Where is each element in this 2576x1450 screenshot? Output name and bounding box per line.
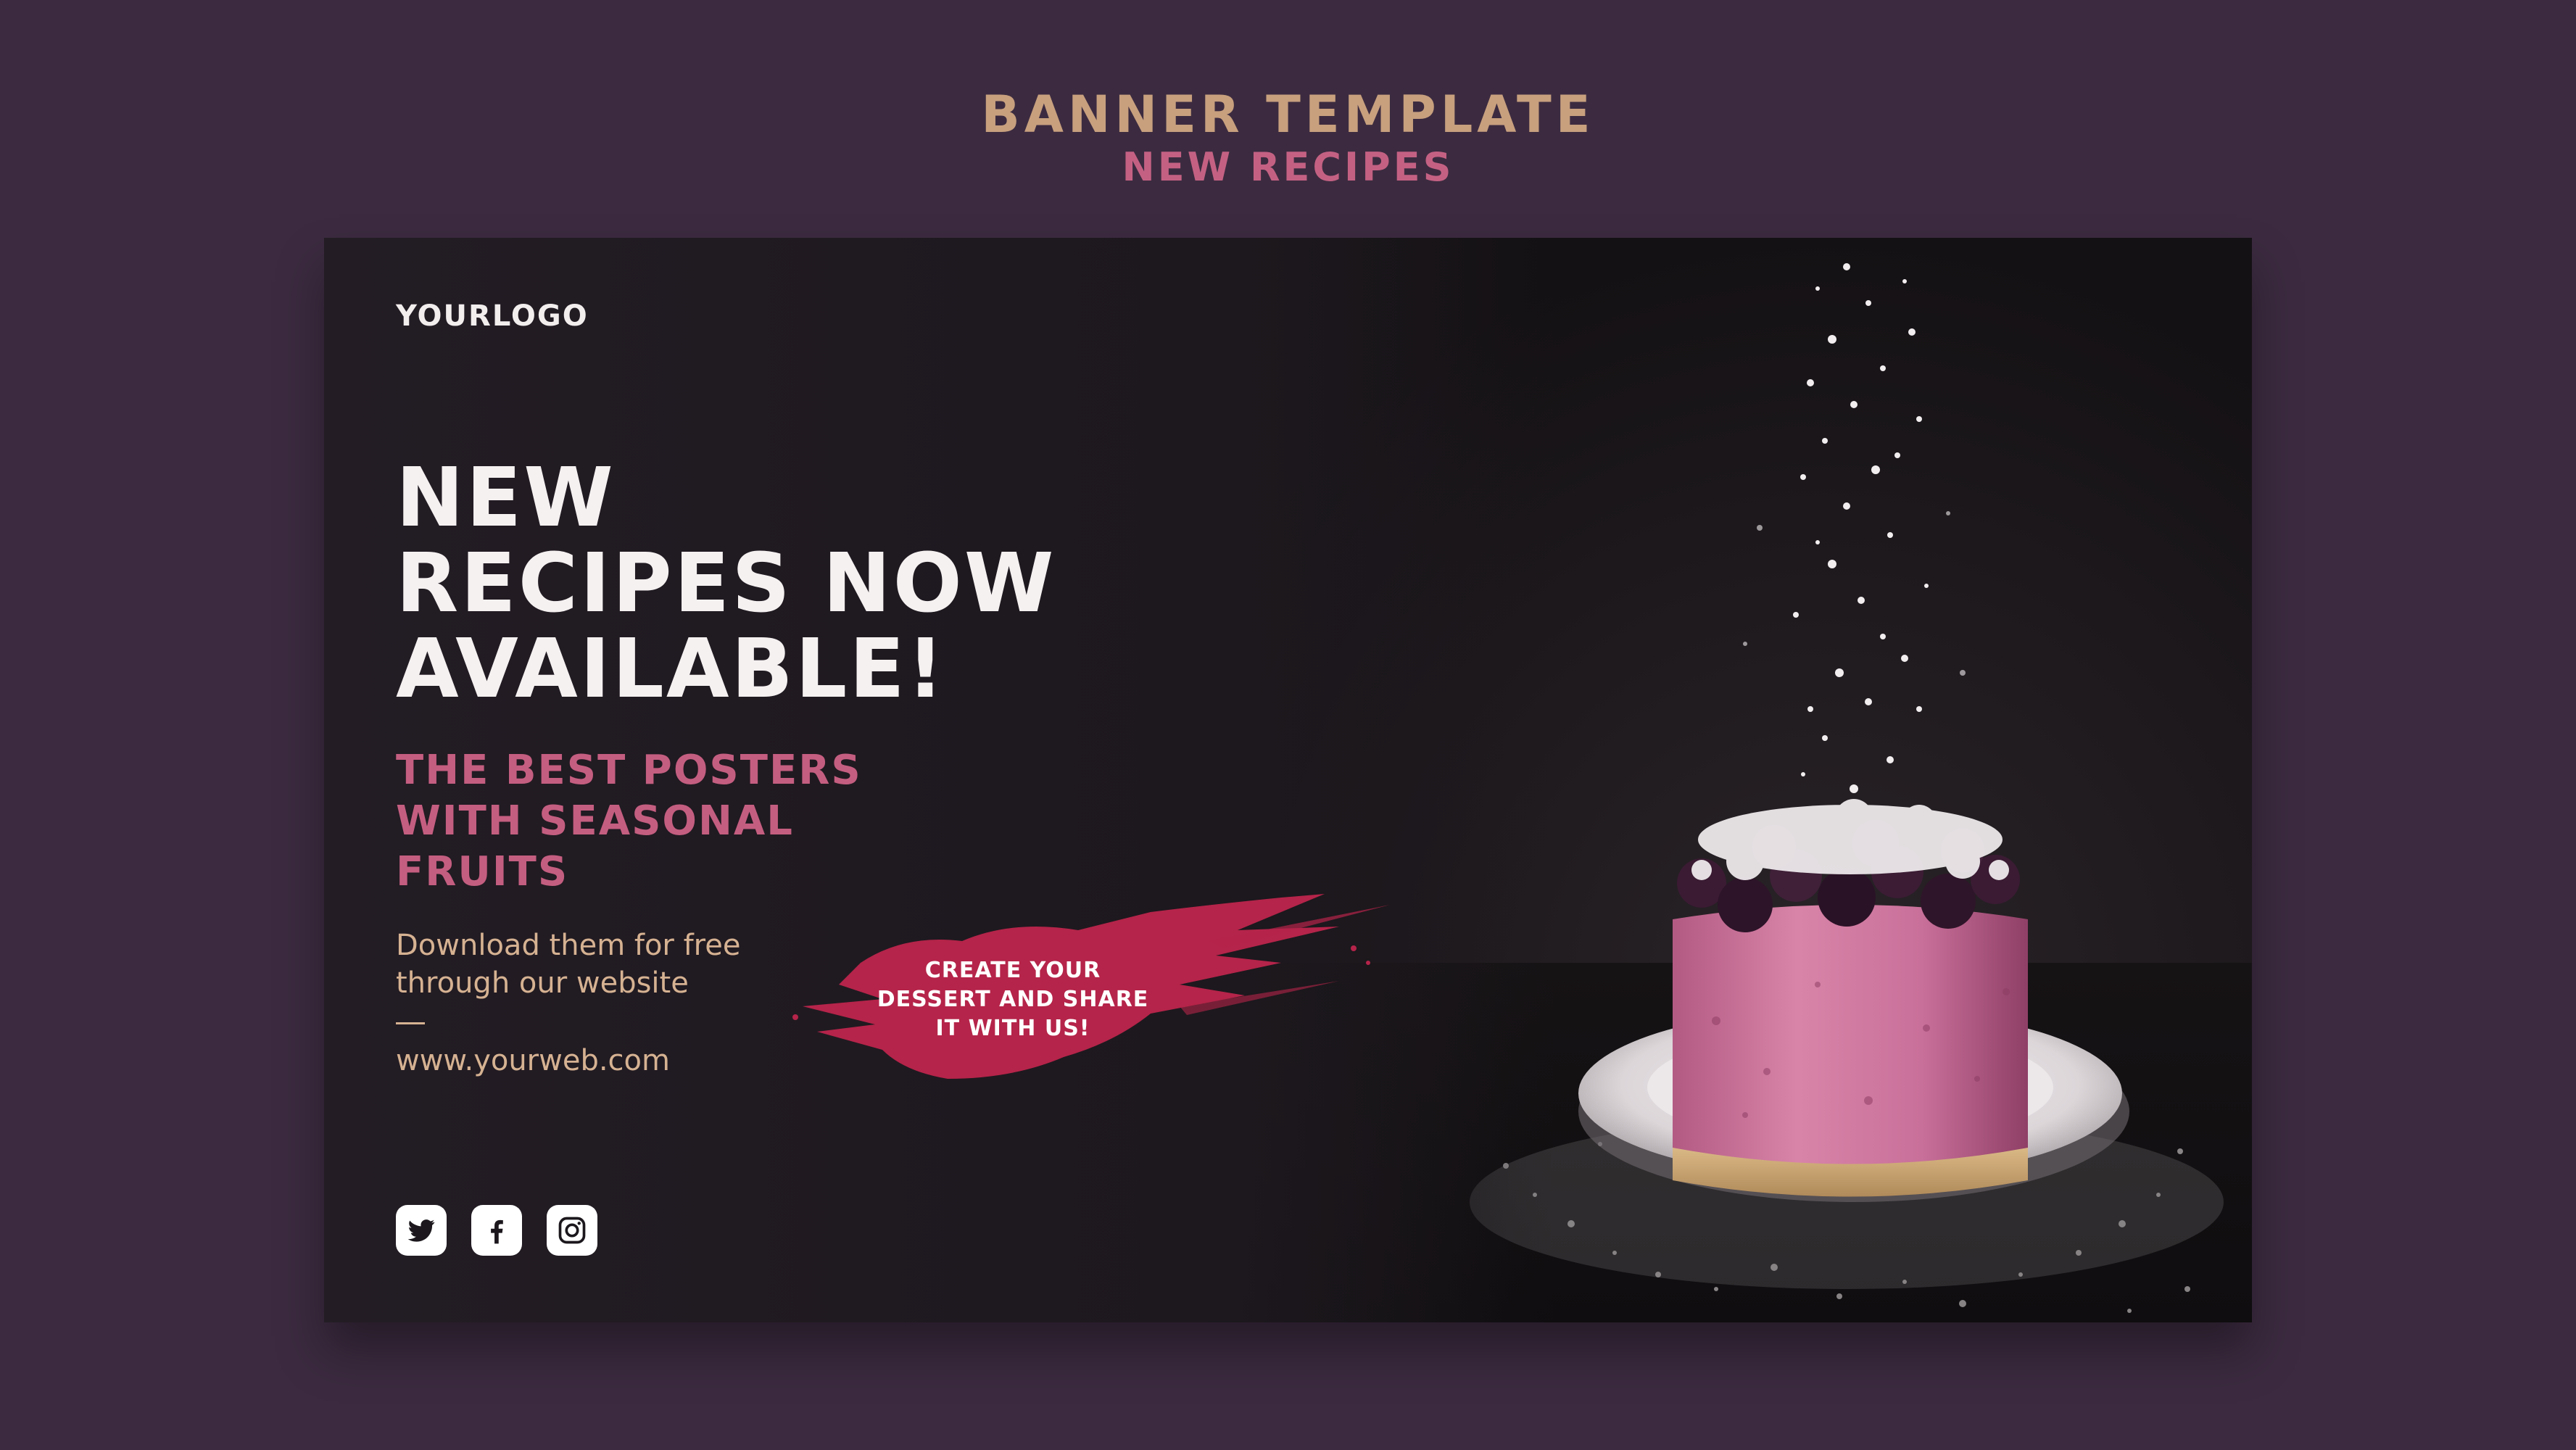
page-subtitle: NEW RECIPES [1122,144,1454,190]
banner: YOURLOGO NEW RECIPES NOW AVAILABLE! THE … [324,238,2252,1322]
cta-line: CREATE YOUR [924,958,1101,983]
website-link[interactable]: www.yourweb.com [396,1044,670,1077]
headline: NEW RECIPES NOW AVAILABLE! [396,455,1266,712]
divider [396,1022,425,1024]
cta-line: DESSERT AND SHARE [877,987,1149,1012]
page-header: BANNER TEMPLATE NEW RECIPES [0,86,2576,191]
instagram-icon[interactable] [547,1205,597,1256]
cta-text[interactable]: CREATE YOUR DESSERT AND SHARE IT WITH US… [861,956,1165,1043]
subheadline-line: THE BEST POSTERS [396,747,862,794]
social-links [396,1205,597,1256]
headline-line: RECIPES NOW [396,536,1056,631]
subheadline-line: WITH SEASONAL [396,798,794,845]
description-line: through our website [396,966,689,1000]
description-line: Download them for free [396,929,741,962]
description: Download them for free through our websi… [396,927,740,1002]
headline-line: AVAILABLE! [396,622,946,716]
facebook-icon[interactable] [471,1205,522,1256]
logo[interactable]: YOURLOGO [396,299,589,333]
headline-line: NEW [396,451,616,545]
cta-line: IT WITH US! [935,1016,1090,1041]
page-title: BANNER TEMPLATE [981,85,1595,144]
twitter-icon[interactable] [396,1205,447,1256]
